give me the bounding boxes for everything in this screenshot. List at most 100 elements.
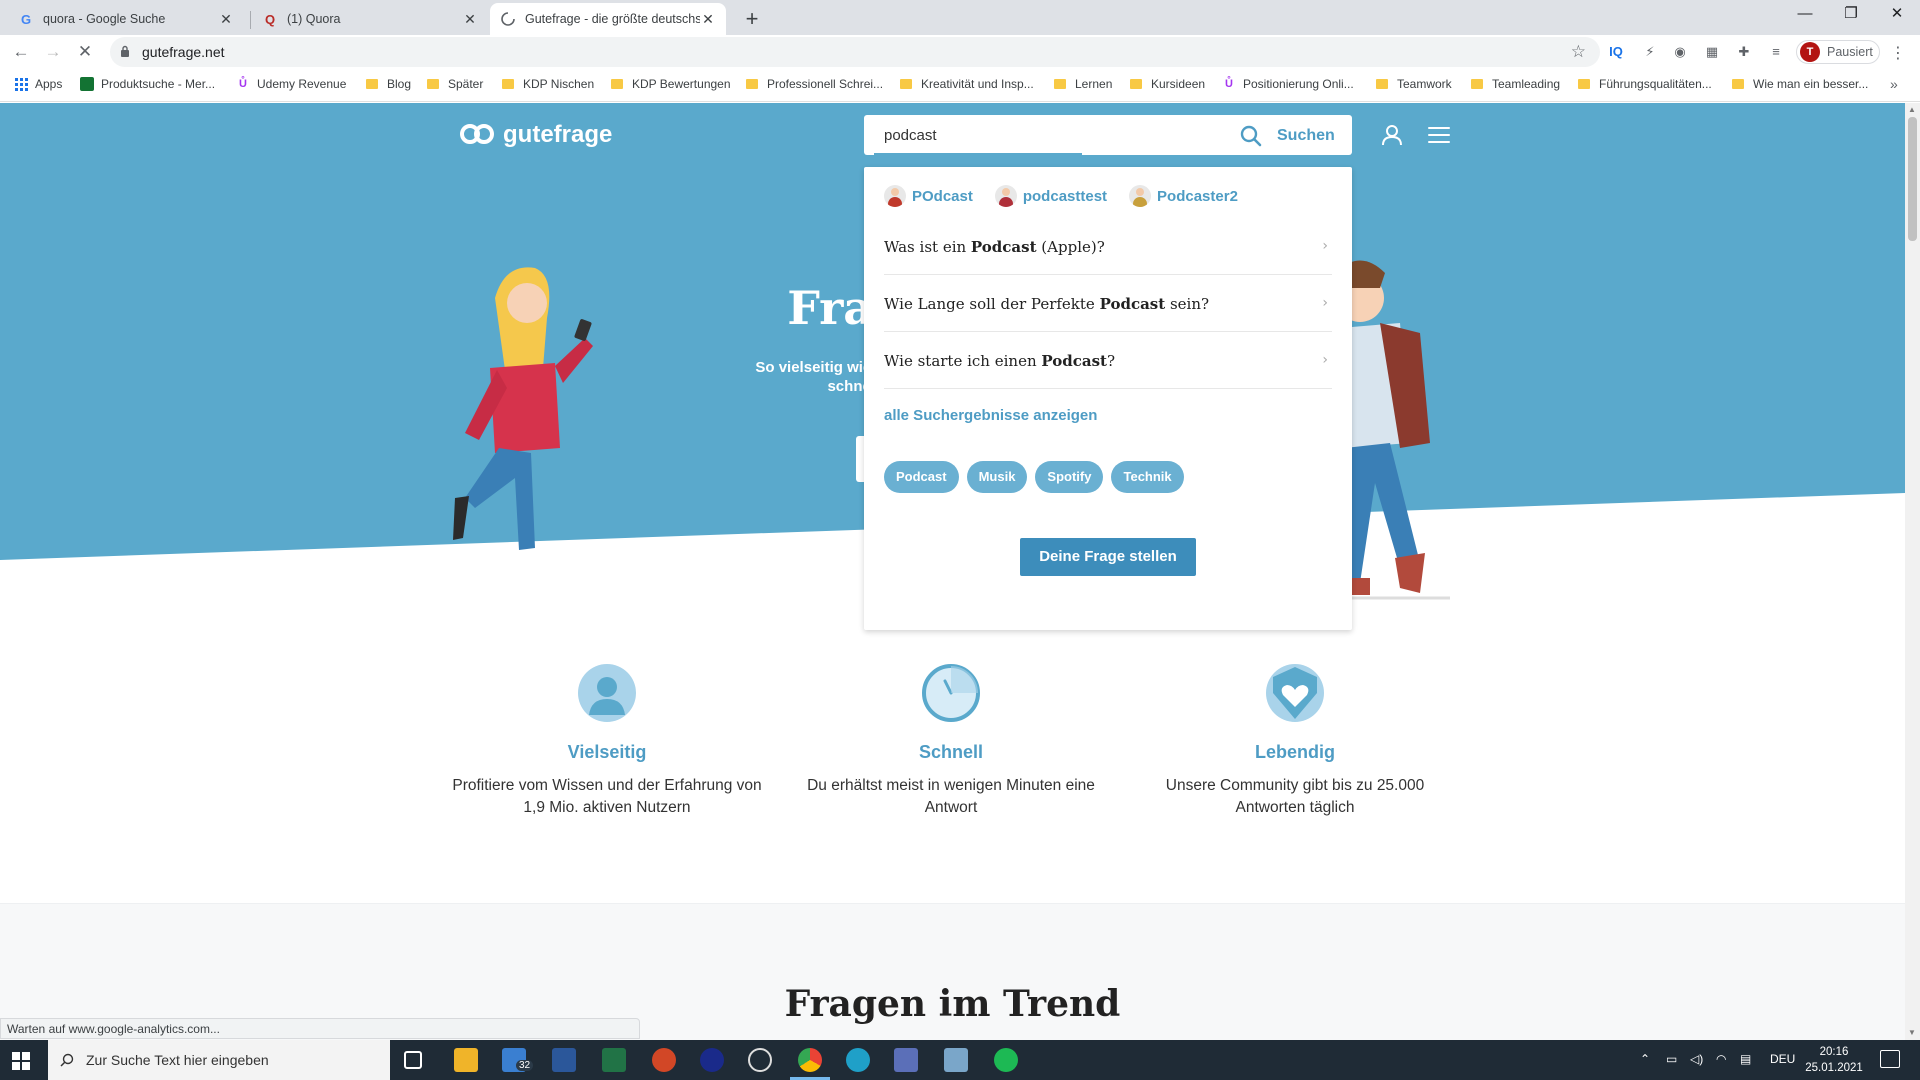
mail-icon[interactable]: 32 [502, 1048, 534, 1072]
url-text[interactable]: gutefrage.net [142, 44, 225, 60]
scroll-up-icon[interactable]: ▲ [1908, 105, 1916, 114]
tab-gutefrage[interactable]: Gutefrage - die größte deutschsp ✕ [490, 3, 726, 35]
app-icon[interactable] [700, 1048, 724, 1072]
user-suggestion[interactable]: Podcaster2 [1129, 185, 1238, 207]
search-icon[interactable] [1240, 125, 1262, 147]
system-clock[interactable]: 20:16 25.01.2021 [1802, 1044, 1866, 1076]
bookmark-item[interactable]: Blog [366, 77, 411, 91]
restore-button[interactable]: ❐ [1828, 0, 1874, 30]
search-bar[interactable]: podcast Suchen [864, 115, 1352, 155]
page-viewport: gutefrage Deutsc Frage-An So vielseitig … [0, 103, 1905, 1040]
tag-chip[interactable]: Spotify [1035, 461, 1104, 493]
taskbar-search-input[interactable]: Zur Suche Text hier eingeben [48, 1040, 390, 1080]
more-bookmarks-icon[interactable]: » [1890, 76, 1898, 92]
app-icon[interactable] [944, 1048, 968, 1072]
windows-taskbar: Zur Suche Text hier eingeben 32 ⌃ ▭ ◁) ◠… [0, 1040, 1920, 1080]
folder-icon [502, 79, 514, 89]
tag-chip[interactable]: Podcast [884, 461, 959, 493]
bookmark-item[interactable]: Kursideen [1130, 77, 1205, 91]
feature-description: Du erhältst meist in wenigen Minuten ein… [807, 777, 1095, 816]
task-view-icon[interactable] [404, 1051, 422, 1069]
battery-icon[interactable]: ▭ [1666, 1052, 1677, 1066]
iq-extension-icon[interactable]: IQ [1606, 42, 1626, 62]
excel-icon[interactable] [602, 1048, 626, 1072]
profile-button[interactable]: T Pausiert [1796, 40, 1880, 64]
tray-chevron-icon[interactable]: ⌃ [1640, 1052, 1650, 1066]
mail-badge: 32 [516, 1060, 534, 1071]
status-bar: Warten auf www.google-analytics.com... [0, 1018, 640, 1039]
puzzle-extensions-icon[interactable]: ✚ [1734, 42, 1754, 62]
extension-badge-icon[interactable]: ⚡ [1640, 42, 1660, 62]
back-button[interactable]: ← [7, 38, 35, 66]
ask-question-button[interactable]: Deine Frage stellen [1020, 538, 1196, 576]
app-icon[interactable] [894, 1048, 918, 1072]
feature-description: Profitiere vom Wissen und der Erfahrung … [452, 777, 762, 816]
heart-badge-icon [1266, 664, 1324, 722]
volume-icon[interactable]: ◁) [1690, 1052, 1703, 1066]
language-indicator[interactable]: DEU [1770, 1052, 1795, 1066]
bookmark-apps[interactable]: Apps [14, 77, 62, 91]
user-suggestion[interactable]: POdcast [884, 185, 973, 207]
network-icon[interactable]: ◠ [1716, 1052, 1726, 1066]
obs-icon[interactable] [748, 1048, 772, 1072]
edge-icon[interactable] [846, 1048, 870, 1072]
bookmark-item[interactable]: Produktsuche - Mer... [80, 77, 215, 91]
grid-extension-icon[interactable]: ▦ [1702, 42, 1722, 62]
tag-chip[interactable]: Musik [966, 461, 1028, 493]
hamburger-menu-icon[interactable] [1428, 127, 1450, 143]
minimize-button[interactable]: — [1782, 0, 1828, 30]
page-scrollbar[interactable]: ▲ ▼ [1905, 103, 1920, 1040]
notification-icon[interactable] [1880, 1050, 1900, 1068]
bookmark-item[interactable]: Führungsqualitäten... [1578, 77, 1712, 91]
user-account-icon[interactable] [1380, 123, 1404, 147]
bookmark-item[interactable]: KDP Nischen [502, 77, 594, 91]
bookmark-item[interactable]: KDP Bewertungen [611, 77, 731, 91]
tab-google-search[interactable]: G quora - Google Suche ✕ [8, 3, 244, 35]
gutefrage-logo[interactable]: gutefrage [460, 121, 612, 149]
forward-button[interactable]: → [39, 38, 67, 66]
close-icon[interactable]: ✕ [700, 11, 716, 28]
spotify-icon[interactable] [994, 1048, 1018, 1072]
stop-loading-button[interactable]: ✕ [71, 38, 99, 66]
folder-icon [1130, 79, 1142, 89]
powerpoint-icon[interactable] [652, 1048, 676, 1072]
chrome-icon[interactable] [798, 1048, 822, 1072]
question-suggestion[interactable]: Wie Lange soll der Perfekte Podcast sein… [884, 276, 1332, 332]
close-window-button[interactable]: ✕ [1874, 0, 1920, 30]
folder-icon [1471, 79, 1483, 89]
bookmark-item[interactable]: Ů Positionierung Onli... [1222, 77, 1354, 91]
bookmark-item[interactable]: Später [427, 77, 483, 91]
close-icon[interactable]: ✕ [218, 11, 234, 28]
question-suggestion[interactable]: Wie starte ich einen Podcast? › [884, 333, 1332, 389]
scrollbar-thumb[interactable] [1908, 117, 1917, 241]
bookmark-item[interactable]: Lernen [1054, 77, 1112, 91]
word-icon[interactable] [552, 1048, 576, 1072]
bookmark-item[interactable]: Teamwork [1376, 77, 1452, 91]
search-input[interactable]: podcast [884, 127, 937, 144]
all-results-link[interactable]: alle Suchergebnisse anzeigen [884, 407, 1097, 424]
tag-chip[interactable]: Technik [1111, 461, 1184, 493]
tab-quora[interactable]: Q (1) Quora ✕ [252, 3, 488, 35]
user-suggestion[interactable]: podcasttest [994, 185, 1107, 207]
folder-icon [746, 79, 758, 89]
bookmark-star-icon[interactable]: ☆ [1571, 42, 1586, 62]
file-explorer-icon[interactable] [454, 1048, 478, 1072]
new-tab-button[interactable]: + [738, 6, 766, 34]
bookmark-item[interactable]: Kreativität und Insp... [900, 77, 1034, 91]
bookmark-item[interactable]: Professionell Schrei... [746, 77, 883, 91]
bookmark-item[interactable]: Wie man ein besser... [1732, 77, 1868, 91]
scroll-down-icon[interactable]: ▼ [1908, 1028, 1916, 1037]
more-menu-icon[interactable]: ⋮ [1890, 43, 1906, 63]
lock-icon[interactable] [120, 45, 130, 57]
keyboard-icon[interactable]: ▤ [1740, 1052, 1751, 1066]
bookmark-item[interactable]: Ů Udemy Revenue [236, 77, 346, 91]
close-icon[interactable]: ✕ [462, 11, 478, 28]
address-bar[interactable]: gutefrage.net ☆ [110, 37, 1600, 67]
question-suggestion[interactable]: Was ist ein Podcast (Apple)? › [884, 219, 1332, 275]
search-button[interactable]: Suchen [1277, 127, 1335, 145]
bookmark-item[interactable]: Teamleading [1471, 77, 1560, 91]
udemy-icon: Ů [239, 78, 247, 90]
windows-start-icon[interactable] [12, 1052, 30, 1070]
abp-extension-icon[interactable]: ◉ [1670, 42, 1690, 62]
reading-list-icon[interactable]: ≡ [1766, 42, 1786, 62]
